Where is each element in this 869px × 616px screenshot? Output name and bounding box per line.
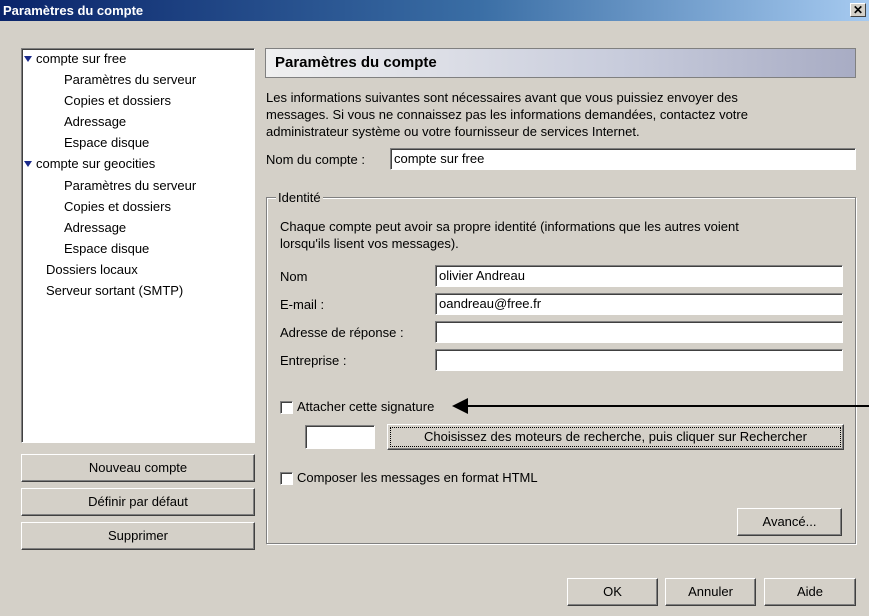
reply-to-input[interactable]: [435, 321, 843, 343]
signature-label: Attacher cette signature: [297, 399, 435, 414]
organization-label: Entreprise :: [280, 353, 347, 368]
html-format-label: Composer les messages en format HTML: [297, 470, 538, 485]
identity-desc-line-2: lorsqu'ils lisent vos messages).: [280, 236, 459, 251]
close-icon: ✕: [852, 3, 864, 17]
account-name-label: Nom du compte :: [266, 152, 365, 167]
expanded-triangle-icon[interactable]: [24, 55, 32, 62]
name-label: Nom: [280, 269, 308, 284]
tree-item-addressing[interactable]: Adressage: [64, 112, 126, 132]
tree-item-server-settings[interactable]: Paramètres du serveur: [64, 176, 196, 196]
tree-item-addressing[interactable]: Adressage: [64, 218, 126, 238]
annotation-arrow-head-icon: [452, 398, 468, 414]
signature-checkbox[interactable]: [280, 401, 293, 414]
expanded-triangle-icon[interactable]: [24, 160, 32, 167]
account-settings-window: Paramètres du compte ✕ compte sur free P…: [0, 0, 869, 616]
tree-item-account-free[interactable]: compte sur free: [24, 49, 126, 69]
ok-button[interactable]: OK: [567, 578, 658, 606]
panel-title: Paramètres du compte: [275, 54, 437, 71]
signature-file-input[interactable]: [305, 425, 375, 449]
title-bar[interactable]: Paramètres du compte ✕: [0, 0, 869, 21]
account-tree[interactable]: compte sur free Paramètres du serveur Co…: [21, 48, 255, 443]
identity-desc-line-1: Chaque compte peut avoir sa propre ident…: [280, 219, 739, 234]
intro-line-1: Les informations suivantes sont nécessai…: [266, 90, 738, 105]
email-label: E-mail :: [280, 297, 325, 312]
reply-to-label: Adresse de réponse :: [280, 325, 404, 340]
tree-item-copies-folders[interactable]: Copies et dossiers: [64, 91, 171, 111]
help-button[interactable]: Aide: [764, 578, 856, 606]
tree-item-server-settings[interactable]: Paramètres du serveur: [64, 70, 196, 90]
account-name-input[interactable]: compte sur free: [390, 148, 856, 170]
html-format-checkbox[interactable]: [280, 472, 293, 485]
tree-item-disk-space[interactable]: Espace disque: [64, 133, 149, 153]
set-default-button[interactable]: Définir par défaut: [21, 488, 255, 516]
choose-search-engines-button[interactable]: Choisissez des moteurs de recherche, pui…: [387, 424, 844, 450]
tree-item-copies-folders[interactable]: Copies et dossiers: [64, 197, 171, 217]
organization-input[interactable]: [435, 349, 843, 371]
intro-line-3: administrateur système ou votre fourniss…: [266, 124, 640, 139]
identity-legend: Identité: [276, 190, 323, 205]
intro-line-2: messages. Si vous ne connaissez pas les …: [266, 107, 748, 122]
new-account-button[interactable]: Nouveau compte: [21, 454, 255, 482]
delete-account-button[interactable]: Supprimer: [21, 522, 255, 550]
tree-item-disk-space[interactable]: Espace disque: [64, 239, 149, 259]
tree-item-local-folders[interactable]: Dossiers locaux: [46, 260, 138, 280]
name-input[interactable]: olivier Andreau: [435, 265, 843, 287]
close-button[interactable]: ✕: [850, 3, 866, 17]
panel-header: Paramètres du compte: [265, 48, 856, 78]
email-input[interactable]: oandreau@free.fr: [435, 293, 843, 315]
annotation-arrow-line: [465, 405, 869, 407]
advanced-button[interactable]: Avancé...: [737, 508, 842, 536]
tree-item-account-geocities[interactable]: compte sur geocities: [24, 154, 155, 174]
window-title: Paramètres du compte: [3, 3, 144, 18]
tree-item-smtp-server[interactable]: Serveur sortant (SMTP): [46, 281, 183, 301]
cancel-button[interactable]: Annuler: [665, 578, 756, 606]
